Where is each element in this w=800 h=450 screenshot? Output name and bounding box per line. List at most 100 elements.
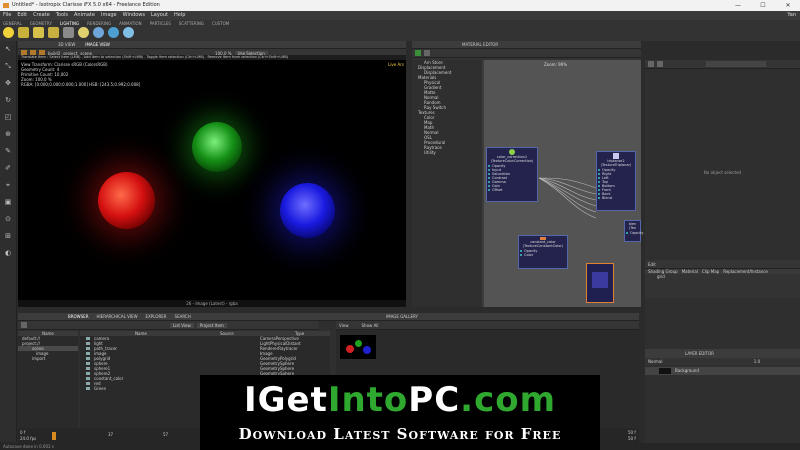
minimize-button[interactable]: —	[727, 0, 749, 11]
scale-tool-icon[interactable]: ⤡	[3, 61, 14, 72]
timeline-end-2: 50 f	[628, 436, 636, 441]
menu-file[interactable]: File	[3, 11, 11, 20]
red-sphere	[98, 172, 155, 229]
node-color-correction[interactable]: color_correction1 (TextureColorCorrection…	[486, 147, 538, 202]
tab-particles[interactable]: PARTICLES	[150, 21, 171, 27]
tab-image-view[interactable]: IMAGE VIEW	[85, 41, 110, 48]
live-label: Live Ars	[388, 62, 404, 67]
user-name[interactable]: Yan	[787, 11, 796, 20]
shading-row[interactable]: grid	[645, 274, 800, 279]
node-triplanar[interactable]: triplanar2 (TextureTriplanar) Opacity Righ…	[596, 151, 636, 211]
layer-name: Background	[675, 368, 699, 373]
image-gallery-tab[interactable]: IMAGE GALLERY	[336, 313, 639, 321]
header-replacement[interactable]: Replacement/Instance	[723, 269, 768, 274]
environment-light-icon[interactable]	[108, 27, 119, 38]
paint-tool-icon[interactable]: ✎	[3, 146, 14, 157]
item-type-icon	[86, 372, 90, 375]
material-editor-tab[interactable]: MATERIAL EDITOR	[412, 41, 641, 49]
node-port[interactable]: Blend	[597, 196, 635, 200]
tab-3d-view[interactable]: 3D VIEW	[58, 41, 75, 48]
eyedropper-tool-icon[interactable]: ⌖	[3, 180, 14, 191]
tab-hierarchical-view[interactable]: HIERARCHICAL VIEW	[96, 313, 137, 320]
rotate-tool-icon[interactable]: ↻	[3, 95, 14, 106]
item-type-icon	[86, 337, 90, 340]
render-viewport[interactable]: View Transform: Clarisse sRGB (ColorsRGB…	[18, 60, 406, 307]
item-type-icon	[86, 377, 90, 380]
close-button[interactable]: ✕	[777, 0, 799, 11]
shading-toolbar: Edit	[645, 260, 800, 269]
select-tool-icon[interactable]: ↖	[3, 44, 14, 55]
timeline-playhead[interactable]	[52, 432, 56, 440]
gallery-thumbnail[interactable]	[340, 335, 376, 359]
node-constant-color[interactable]: constant_color (TextureConstantColor) Opa…	[518, 235, 568, 269]
globe-light-icon[interactable]	[123, 27, 134, 38]
node-port[interactable]: Opacity	[625, 231, 643, 235]
menu-create[interactable]: Create	[33, 11, 50, 20]
filter-dropdown[interactable]: Project Item	[196, 322, 227, 328]
banner-title: IGetIntoPC.com	[200, 380, 600, 420]
pivot-tool-icon[interactable]: ⊕	[3, 129, 14, 140]
spot-light-icon[interactable]	[18, 27, 29, 38]
viewport-info: View Transform: Clarisse sRGB (ColorsRGB…	[21, 62, 140, 87]
tab-custom[interactable]: CUSTOM	[212, 21, 229, 27]
layer-row[interactable]: Background	[645, 367, 800, 375]
tab-browser[interactable]: BROWSER	[68, 313, 88, 320]
banner-subtitle: Download Latest Software for Free	[238, 425, 562, 443]
maximize-button[interactable]: ☐	[752, 0, 774, 11]
window-title: Untitled* - Isotropix Clarisse iFX 5.0 x…	[12, 2, 160, 8]
menu-tools[interactable]: Tools	[56, 11, 68, 20]
node-subtitle: (TextureConstantColor)	[522, 244, 564, 248]
banner-part-iget: IGet	[243, 380, 328, 420]
distant-light-icon[interactable]	[48, 27, 59, 38]
menu-help[interactable]: Help	[174, 11, 185, 20]
preview-node[interactable]	[586, 263, 614, 303]
header-clip-map[interactable]: Clip Map	[702, 269, 719, 274]
item-type-icon	[86, 382, 90, 385]
layer-editor-tab[interactable]: LAYER EDITOR	[645, 349, 800, 358]
menu-layout[interactable]: Layout	[151, 11, 168, 20]
item-name: Green	[94, 386, 107, 391]
gallery-show-all[interactable]: Show All	[362, 323, 379, 328]
attribute-search[interactable]	[706, 61, 766, 67]
tab-search[interactable]: SEARCH	[175, 313, 191, 320]
point-light-icon[interactable]	[78, 27, 89, 38]
node-blend[interactable]: blen (Tex Opacity	[624, 220, 643, 242]
camera-tool-icon[interactable]: ⊙	[3, 214, 14, 225]
list-view-dropdown[interactable]: List View	[170, 322, 194, 328]
material-editor: Arn Store Displacement Displacement Materia…	[412, 60, 643, 307]
move-tool-icon[interactable]: ✥	[3, 78, 14, 89]
browse-back-icon[interactable]	[21, 322, 27, 328]
light-tool-icon[interactable]	[63, 27, 74, 38]
attribute-panel: No object selected Edit Shading Group Ma…	[645, 60, 800, 450]
area-light-icon[interactable]	[33, 27, 44, 38]
node-tool-icon[interactable]	[424, 50, 430, 56]
material-tree-item[interactable]: Utility	[412, 150, 482, 155]
blend-mode[interactable]: Normal	[648, 359, 662, 364]
edit-button[interactable]: Edit	[648, 262, 656, 267]
header-material[interactable]: Material	[682, 269, 698, 274]
snap-tool-icon[interactable]: ⊞	[3, 231, 14, 242]
menu-edit[interactable]: Edit	[17, 11, 27, 20]
menu-windows[interactable]: Windows	[123, 11, 145, 20]
frame-tool-icon[interactable]: ▣	[3, 197, 14, 208]
tree-import[interactable]: import	[18, 356, 78, 361]
item-type-icon	[86, 362, 90, 365]
node-port[interactable]: Color	[519, 253, 567, 257]
browser-toolbar: List View Project Item	[18, 321, 318, 330]
brush-tool-icon[interactable]: ✐	[3, 163, 14, 174]
add-node-icon[interactable]	[415, 50, 421, 56]
menu-animate[interactable]: Animate	[74, 11, 95, 20]
color-swatch-icon[interactable]: ◐	[3, 248, 14, 259]
node-graph[interactable]: Zoom: 96% color_correction1 (TextureColor…	[484, 60, 643, 307]
forward-icon[interactable]	[657, 61, 663, 67]
scale-uniform-icon[interactable]: ◰	[3, 112, 14, 123]
menu-image[interactable]: Image	[101, 11, 117, 20]
tab-scattering[interactable]: SCATTERING	[179, 21, 204, 27]
layer-opacity[interactable]: 1.0	[754, 359, 760, 364]
back-icon[interactable]	[648, 61, 654, 67]
light-bulb-icon[interactable]	[3, 27, 14, 38]
tab-explorer[interactable]: EXPLORER	[146, 313, 167, 320]
node-port[interactable]: Offset	[487, 188, 537, 192]
gallery-view[interactable]: View	[339, 323, 349, 328]
sky-light-icon[interactable]	[93, 27, 104, 38]
